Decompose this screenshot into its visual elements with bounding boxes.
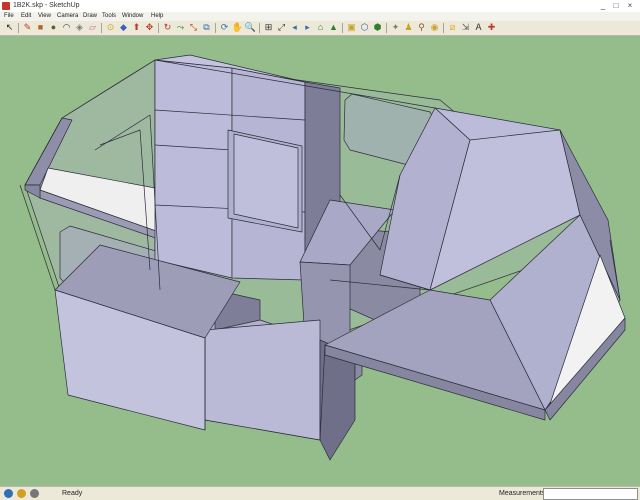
zoom-extents-icon[interactable]: ⤢ [276, 22, 287, 33]
menu-camera[interactable]: Camera [57, 12, 78, 21]
menu-file[interactable]: File [4, 12, 14, 21]
camper-van-model [19, 54, 626, 461]
credits-icon[interactable] [17, 489, 26, 498]
previous-view-icon[interactable]: ◂ [289, 22, 300, 33]
close-button[interactable]: × [624, 1, 636, 10]
arc-icon[interactable]: ◠ [61, 22, 72, 33]
toolbar: ↖ ✎ ■ ● ◠ ◈ ▱ ⊙ ◆ ⬆ ✥ ↻ ⤳ ⤡ ⧉ ⟳ ✋ 🔍 ⊞ ⤢ ◂ ▸ ⌂ ▲ ▣ ⬡ ⬢ ✦ ♟ ⚲ ◉ ⧄ ⇲ A ✚ [0, 21, 640, 36]
maximize-button[interactable]: □ [610, 1, 622, 10]
move-icon[interactable]: ✥ [144, 22, 155, 33]
menu-draw[interactable]: Draw [83, 12, 97, 21]
toolbar-separator [386, 23, 387, 33]
dimension-icon[interactable]: ⇲ [460, 22, 471, 33]
axes-icon[interactable]: ✚ [486, 22, 497, 33]
pencil-icon[interactable]: ✎ [22, 22, 33, 33]
menu-tools[interactable]: Tools [102, 12, 116, 21]
toolbar-separator [443, 23, 444, 33]
select-icon[interactable]: ↖ [4, 22, 15, 33]
share-model-icon[interactable]: ⬢ [372, 22, 383, 33]
zoom-window-icon[interactable]: ⊞ [263, 22, 274, 33]
menu-edit[interactable]: Edit [21, 12, 31, 21]
look-around-icon[interactable]: ◉ [429, 22, 440, 33]
measurements-input[interactable] [543, 488, 638, 500]
circle-icon[interactable]: ● [48, 22, 59, 33]
make-component-icon[interactable]: ◈ [74, 22, 85, 33]
next-view-icon[interactable]: ▸ [302, 22, 313, 33]
measurements-label: Measurements [499, 490, 546, 497]
text-icon[interactable]: A [473, 22, 484, 33]
menu-window[interactable]: Window [122, 12, 143, 21]
toolbar-separator [158, 23, 159, 33]
rectangle-icon[interactable]: ■ [35, 22, 46, 33]
scale-icon[interactable]: ⤡ [188, 22, 199, 33]
orbit-icon[interactable]: ⟳ [219, 22, 230, 33]
position-camera-icon[interactable]: ♟ [403, 22, 414, 33]
zoom-icon[interactable]: 🔍 [245, 22, 256, 33]
toolbar-separator [215, 23, 216, 33]
model-viewport[interactable] [0, 36, 640, 486]
status-text: Ready [62, 490, 83, 497]
photo-textures-icon[interactable]: ▣ [346, 22, 357, 33]
get-models-icon[interactable]: ⬡ [359, 22, 370, 33]
minimize-button[interactable]: _ [597, 1, 609, 10]
geolocation-icon[interactable] [4, 489, 13, 498]
pan-icon[interactable]: ✋ [232, 22, 243, 33]
section-plane-icon[interactable]: ⧄ [447, 22, 458, 33]
sketchup-window: 1B2K.skp - SketchUp _ □ × File Edit View… [0, 0, 640, 500]
menu-help[interactable]: Help [151, 12, 163, 21]
menu-view[interactable]: View [38, 12, 51, 21]
status-bar: Ready Measurements [0, 486, 640, 500]
add-location-icon[interactable]: ⌂ [315, 22, 326, 33]
rotate-icon[interactable]: ↻ [162, 22, 173, 33]
follow-me-icon[interactable]: ⤳ [175, 22, 186, 33]
walk-icon[interactable]: ⚲ [416, 22, 427, 33]
tape-measure-icon[interactable]: ⊙ [105, 22, 116, 33]
toolbar-separator [342, 23, 343, 33]
toolbar-separator [259, 23, 260, 33]
offset-icon[interactable]: ⧉ [201, 22, 212, 33]
help-icon[interactable] [30, 489, 39, 498]
toolbar-separator [18, 23, 19, 33]
sketchup-app-icon [2, 2, 10, 10]
push-pull-icon[interactable]: ⬆ [131, 22, 142, 33]
eraser-icon[interactable]: ▱ [87, 22, 98, 33]
window-title: 1B2K.skp - SketchUp [13, 2, 80, 9]
toolbar-separator [101, 23, 102, 33]
share-component-icon[interactable]: ✦ [390, 22, 401, 33]
paint-bucket-icon[interactable]: ◆ [118, 22, 129, 33]
toggle-terrain-icon[interactable]: ▲ [328, 22, 339, 33]
menu-bar: File Edit View Camera Draw Tools Window … [0, 12, 640, 21]
